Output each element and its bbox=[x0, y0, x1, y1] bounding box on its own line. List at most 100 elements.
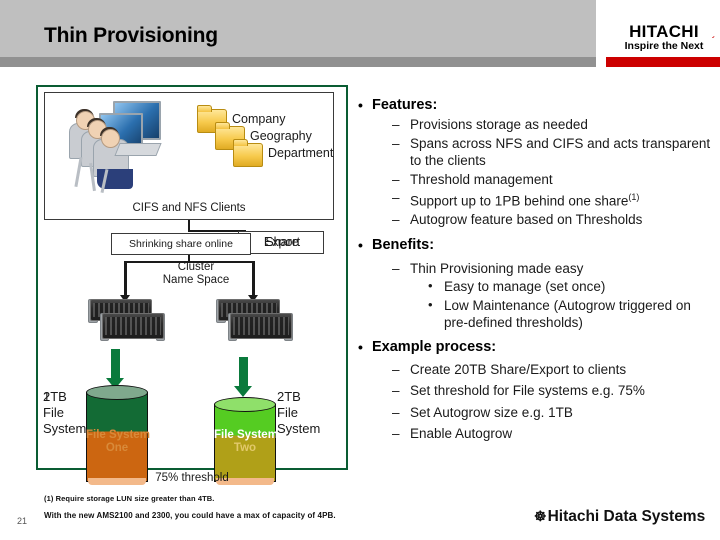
dash-glyph: – bbox=[392, 212, 400, 227]
feature-item-text: Support up to 1PB behind one share bbox=[410, 193, 629, 209]
hds-logo-text: Hitachi Data Systems bbox=[547, 508, 706, 525]
thin-provisioning-diagram: Company Geography Department CIFS and NF… bbox=[36, 85, 348, 485]
page-title: Thin Provisioning bbox=[44, 24, 218, 47]
example-process-item-text: Set threshold for File systems e.g. 75% bbox=[410, 383, 645, 398]
dash-glyph: – bbox=[392, 135, 400, 151]
storage-array-icon-left bbox=[88, 299, 165, 345]
content-bullets: • Features: – Provisions storage as need… bbox=[352, 94, 718, 443]
clients-people-illustration bbox=[61, 99, 173, 195]
file-system-two-line2: Two bbox=[233, 442, 257, 454]
green-arrow-icon-left bbox=[106, 349, 124, 389]
example-process-item: – Set Autogrow size e.g. 1TB bbox=[352, 404, 718, 422]
section-heading-features: • Features: bbox=[352, 96, 718, 115]
example-process-item-text: Create 20TB Share/Export to clients bbox=[410, 361, 627, 377]
hitachi-tagline-text: Inspire the Next bbox=[624, 40, 704, 52]
bullet-glyph: • bbox=[428, 278, 433, 293]
folder-label-geography: Geography bbox=[250, 129, 312, 143]
benefit-item-text: Thin Provisioning made easy bbox=[410, 260, 584, 276]
header-rule-red bbox=[606, 57, 720, 67]
array-unit bbox=[102, 313, 164, 339]
cluster-name-space-line2: Name Space bbox=[162, 274, 230, 286]
features-heading-text: Features: bbox=[372, 97, 438, 113]
dash-glyph: – bbox=[392, 117, 400, 132]
connector-line bbox=[252, 261, 255, 297]
hitachi-logo: HITACHI Inspire the Next ´ bbox=[612, 23, 716, 52]
feature-item: – Spans across NFS and CIFS and acts tra… bbox=[352, 135, 718, 170]
array-drives bbox=[233, 317, 289, 335]
array-unit bbox=[230, 313, 292, 339]
right-capacity-line2: File bbox=[277, 405, 298, 420]
person-head-icon bbox=[101, 129, 120, 148]
cluster-name-space-line1: Cluster bbox=[177, 261, 215, 273]
bullet-glyph: • bbox=[358, 236, 363, 253]
bullet-glyph: • bbox=[358, 338, 363, 355]
left-capacity-label: 1 2TB File System bbox=[43, 389, 86, 437]
right-capacity-value: 2TB bbox=[277, 389, 301, 404]
keyboard-icon bbox=[114, 143, 162, 156]
dash-glyph: – bbox=[392, 404, 400, 420]
benefit-item: – Thin Provisioning made easy bbox=[352, 260, 718, 278]
hitachi-data-systems-logo: ☸Hitachi Data Systems bbox=[534, 508, 705, 526]
feature-item-text: Spans across NFS and CIFS and acts trans… bbox=[410, 135, 711, 169]
export-label: Export bbox=[263, 235, 301, 249]
left-capacity-line3: System bbox=[43, 421, 87, 436]
example-process-item: – Set threshold for File systems e.g. 75… bbox=[352, 382, 718, 400]
hds-mark-icon: ☸ bbox=[534, 508, 547, 524]
chair-leg-icon bbox=[74, 156, 83, 188]
bullet-glyph: • bbox=[358, 97, 363, 113]
connector-line bbox=[124, 261, 127, 297]
feature-item-text: Autogrow feature based on Thresholds bbox=[410, 212, 643, 227]
file-system-one-cylinder: File System One bbox=[86, 385, 150, 485]
feature-item-text: Threshold management bbox=[410, 171, 553, 187]
footnote-1: (1) Require storage LUN size greater tha… bbox=[44, 494, 215, 503]
green-arrow-icon-right bbox=[234, 357, 252, 397]
dash-glyph: – bbox=[392, 190, 400, 205]
file-system-one-label: File System One bbox=[86, 429, 150, 455]
folder-icon-department bbox=[233, 139, 263, 167]
storage-array-icon-right bbox=[216, 299, 293, 345]
feature-item: – Provisions storage as needed bbox=[352, 116, 718, 134]
left-capacity-line2: File bbox=[43, 405, 64, 420]
file-system-two-line1: File System bbox=[214, 429, 278, 441]
dash-glyph: – bbox=[392, 171, 400, 187]
bullet-glyph: • bbox=[428, 296, 433, 312]
benefit-subitem-text: Easy to manage (set once) bbox=[444, 279, 606, 294]
dash-glyph: – bbox=[392, 426, 400, 441]
folder-label-department: Department bbox=[268, 146, 334, 160]
dash-glyph: – bbox=[392, 361, 400, 377]
example-process-item-text: Set Autogrow size e.g. 1TB bbox=[410, 404, 573, 420]
right-capacity-line3: System bbox=[277, 421, 321, 436]
page-number: 21 bbox=[17, 516, 28, 526]
cylinder-top bbox=[214, 397, 276, 412]
hitachi-tagline: Inspire the Next ´ bbox=[612, 37, 716, 52]
hitachi-red-tick-icon: ´ bbox=[711, 36, 715, 47]
example-process-item: – Enable Autogrow bbox=[352, 425, 718, 443]
shrinking-share-online-label: Shrinking share online bbox=[129, 238, 233, 250]
right-capacity-label: 2TB File System bbox=[277, 389, 320, 437]
dash-glyph: – bbox=[392, 383, 400, 398]
example-process-item: – Create 20TB Share/Export to clients bbox=[352, 361, 718, 379]
dash-glyph: – bbox=[392, 260, 400, 276]
file-system-two-label: File System Two bbox=[214, 429, 278, 455]
benefits-heading-text: Benefits: bbox=[372, 236, 435, 253]
cifs-nfs-clients-box: Company Geography Department CIFS and NF… bbox=[44, 92, 334, 220]
benefit-subitem-text: Low Maintenance (Autogrow triggered on p… bbox=[444, 297, 691, 331]
cylinder-top bbox=[86, 385, 148, 400]
folder-label-company: Company bbox=[232, 112, 286, 126]
left-capacity-overlap-digit: 1 bbox=[43, 389, 51, 404]
feature-item: – Support up to 1PB behind one share(1) bbox=[352, 189, 718, 210]
section-heading-example-process: • Example process: bbox=[352, 338, 718, 357]
feature-item: – Threshold management bbox=[352, 171, 718, 189]
footnote-2: With the new AMS2100 and 2300, you could… bbox=[44, 511, 336, 520]
file-system-one-line2: One bbox=[105, 442, 129, 454]
header-rule-gray bbox=[0, 57, 596, 67]
example-process-item-text: Enable Autogrow bbox=[410, 426, 513, 441]
clients-caption: CIFS and NFS Clients bbox=[132, 202, 246, 214]
array-drives bbox=[105, 317, 161, 335]
hitachi-brand-text: HITACHI bbox=[629, 22, 699, 41]
footnote-marker: (1) bbox=[628, 192, 640, 202]
cluster-name-space-label: Cluster Name Space bbox=[143, 261, 249, 287]
feature-item-text: Provisions storage as needed bbox=[410, 117, 588, 132]
section-heading-benefits: • Benefits: bbox=[352, 236, 718, 255]
benefit-subitem: • Easy to manage (set once) bbox=[352, 278, 718, 296]
